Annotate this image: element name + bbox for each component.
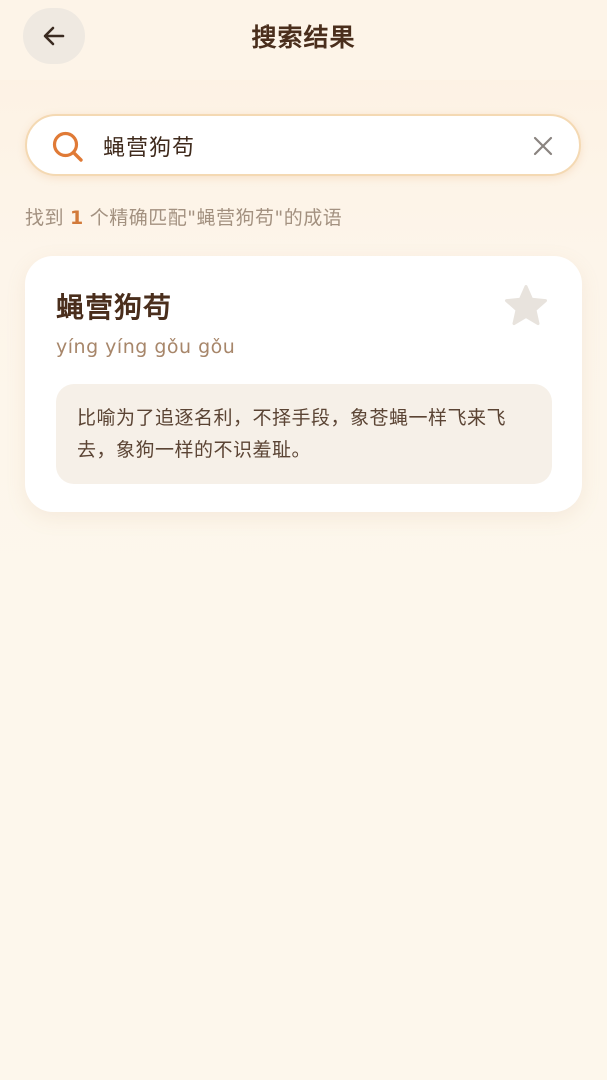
result-count-text: 找到 1 个精确匹配"蝇营狗苟"的成语 [25, 203, 342, 230]
idiom-title: 蝇营狗苟 [56, 291, 173, 324]
search-query-text[interactable]: 蝇营狗苟 [103, 130, 195, 162]
close-icon[interactable] [531, 134, 555, 158]
idiom-definition: 比喻为了追逐名利，不择手段，象苍蝇一样飞来飞去，象狗一样的不识羞耻。 [56, 384, 552, 484]
result-count-suffix: 个精确匹配"蝇营狗苟"的成语 [89, 207, 343, 229]
idiom-result-card[interactable]: 蝇营狗苟 yíng yíng gǒu gǒu 比喻为了追逐名利，不择手段，象苍蝇… [25, 256, 582, 512]
result-count-number: 1 [70, 207, 84, 229]
top-app-bar: 搜索结果 [0, 0, 607, 80]
search-input[interactable]: 蝇营狗苟 [25, 114, 581, 176]
result-count-prefix: 找到 [25, 207, 65, 229]
page-title: 搜索结果 [251, 23, 356, 52]
idiom-pinyin: yíng yíng gǒu gǒu [56, 336, 236, 358]
star-icon[interactable] [502, 284, 550, 330]
search-results-page: 搜索结果 蝇营狗苟 找到 1 个精确匹配"蝇营狗苟"的成语 蝇营狗苟 yíng yí… [0, 0, 607, 1080]
search-icon [52, 131, 83, 162]
